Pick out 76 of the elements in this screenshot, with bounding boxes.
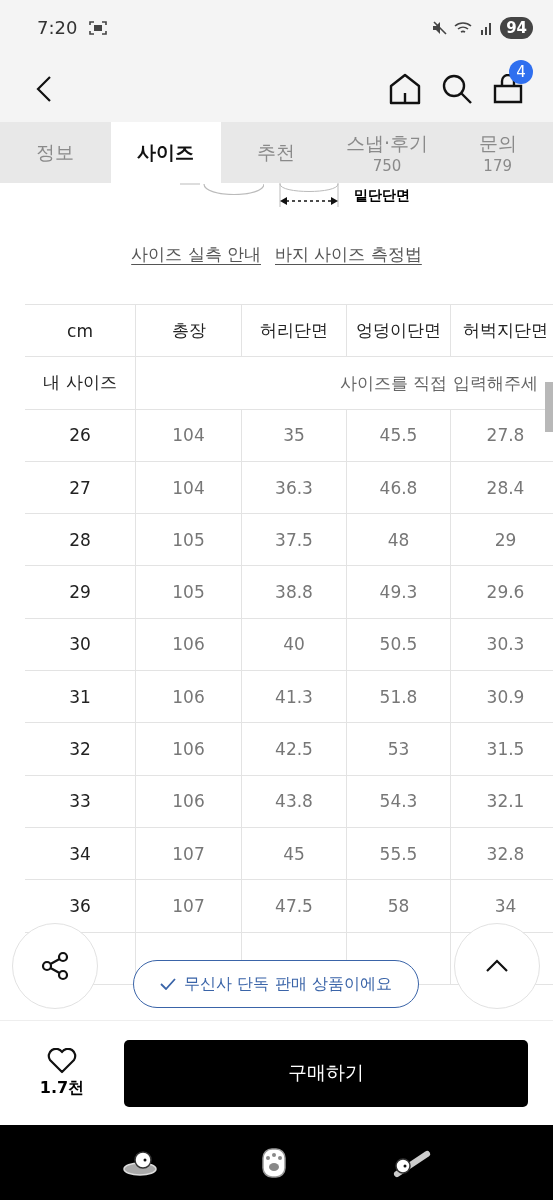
table-cell: 28.4 [450,461,553,514]
battery-level: 94 [500,16,533,39]
heart-icon [47,1047,77,1074]
guide-link[interactable]: 사이즈 실측 안내 [131,243,261,266]
table-cell-text: 31 [68,685,92,709]
table-cell: 51.8 [346,671,450,723]
back-icon[interactable] [36,75,52,102]
table-cell: 106 [135,775,241,827]
table-cell-text: 26 [68,424,92,448]
table-cell-text: 27 [68,476,92,500]
like-button[interactable]: 1.7천 [20,1047,104,1099]
table-cell-text: 30 [68,633,92,657]
table-cell-text: 28 [68,528,92,552]
table-cell: 55.5 [346,827,450,880]
hem-width-drawing [278,183,340,209]
status-time: 7:20 [37,17,78,38]
mute-icon [432,20,449,35]
table-cell: 54.3 [346,775,450,827]
table-cell: 31.5 [450,723,553,775]
share-icon [40,951,70,981]
table-cell: 38.8 [241,566,346,618]
table-cell: 106 [135,671,241,723]
table-cell-text: 34 [68,842,92,866]
table-cell: 32.8 [450,827,553,880]
table-cell: 104 [135,461,241,514]
buy-button[interactable]: 구매하기 [124,1039,528,1107]
cart-count-badge: 4 [509,59,533,84]
column-header: 엉덩이단면 [346,305,450,357]
table-cell: 107 [135,827,241,880]
table-cell: 42.5 [241,723,346,775]
diagram-label: 밑단단면 [354,187,410,205]
table-cell: 40 [241,618,346,671]
table-cell: 48 [346,514,450,566]
tab[interactable]: 사이즈 [110,122,222,183]
table-cell: 35 [241,409,346,461]
home-icon[interactable] [389,72,421,105]
table-cell: 32.1 [450,775,553,827]
table-cell: 46.8 [346,461,450,514]
column-header: 허벅지단면 [450,305,553,357]
search-icon[interactable] [441,72,473,105]
table-cell-text: 36 [68,894,92,918]
column-header: 총장 [135,305,241,357]
guide-link[interactable]: 바지 사이즈 측정법 [275,243,422,266]
check-icon [160,978,177,990]
table-cell: 45 [241,827,346,880]
table-cell: 45.5 [346,409,450,461]
column-header: cm [66,319,94,343]
scrollbar[interactable] [545,382,553,432]
notice-text: 무신사 단독 판매 상품이에요 [184,973,392,995]
table-cell: 104 [135,409,241,461]
table-cell-text: 29 [68,581,92,605]
table-cell: 29 [450,514,553,566]
table-cell: 106 [135,723,241,775]
table-cell: 30.3 [450,618,553,671]
table-cell: 29.6 [450,566,553,618]
table-cell: 53 [346,723,450,775]
table-cell: 50.5 [346,618,450,671]
row-header: 내 사이즈 [42,371,118,395]
table-cell: 106 [135,618,241,671]
table-cell-text: 32 [68,738,92,761]
table-cell: 107 [135,880,241,932]
table-cell-text: 33 [68,790,92,814]
table-cell: 37.5 [241,514,346,566]
screenshot-icon [89,19,108,36]
table-cell: 47.5 [241,880,346,932]
chevron-up-icon [485,959,509,973]
table-cell: 49.3 [346,566,450,618]
table-cell: 43.8 [241,775,346,827]
table-cell: 41.3 [241,671,346,723]
table-cell: 36.3 [241,461,346,514]
table-cell: 30.9 [450,671,553,723]
column-header: 허리단면 [241,305,346,357]
table-cell: 105 [135,514,241,566]
table-cell: 105 [135,566,241,618]
paw-icon[interactable] [261,1146,288,1179]
table-cell: 58 [346,880,450,932]
